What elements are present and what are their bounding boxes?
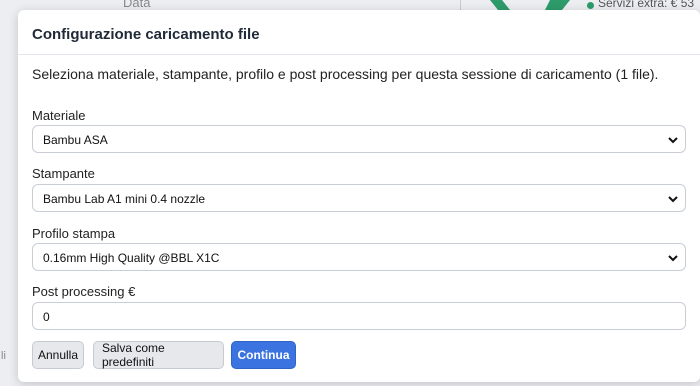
chevron-down-icon [668, 255, 678, 262]
post-processing-value: 0 [43, 310, 50, 324]
title-divider [18, 54, 700, 55]
background-extra-services: Servizi extra: € 53 [598, 0, 695, 10]
chevron-down-icon [668, 137, 678, 144]
status-dot-icon [587, 2, 594, 9]
background-edge-mark: li [1, 350, 6, 362]
profile-value: 0.16mm High Quality @BBL X1C [43, 251, 220, 265]
profile-label: Profilo stampa [32, 226, 116, 241]
material-value: Bambu ASA [43, 133, 108, 147]
printer-label: Stampante [32, 166, 95, 181]
chevron-down-icon [668, 196, 678, 203]
material-select[interactable]: Bambu ASA [32, 125, 686, 153]
background-column-header: Data [123, 0, 151, 10]
dialog-title: Configurazione caricamento file [32, 26, 260, 43]
printer-value: Bambu Lab A1 mini 0.4 nozzle [43, 192, 206, 206]
printer-select[interactable]: Bambu Lab A1 mini 0.4 nozzle [32, 184, 686, 212]
post-processing-input[interactable]: 0 [32, 302, 686, 330]
upload-config-dialog: Configurazione caricamento file Selezion… [18, 10, 700, 382]
continue-button[interactable]: Continua [231, 341, 296, 369]
background-chart-fragment [490, 0, 570, 10]
profile-select[interactable]: 0.16mm High Quality @BBL X1C [32, 243, 686, 271]
save-defaults-button[interactable]: Salva come predefiniti [93, 341, 224, 369]
background-divider [460, 0, 461, 10]
cancel-button[interactable]: Annulla [32, 341, 84, 369]
post-processing-label: Post processing € [32, 284, 136, 299]
material-label: Materiale [32, 108, 86, 123]
dialog-description: Seleziona materiale, stampante, profilo … [32, 66, 659, 82]
